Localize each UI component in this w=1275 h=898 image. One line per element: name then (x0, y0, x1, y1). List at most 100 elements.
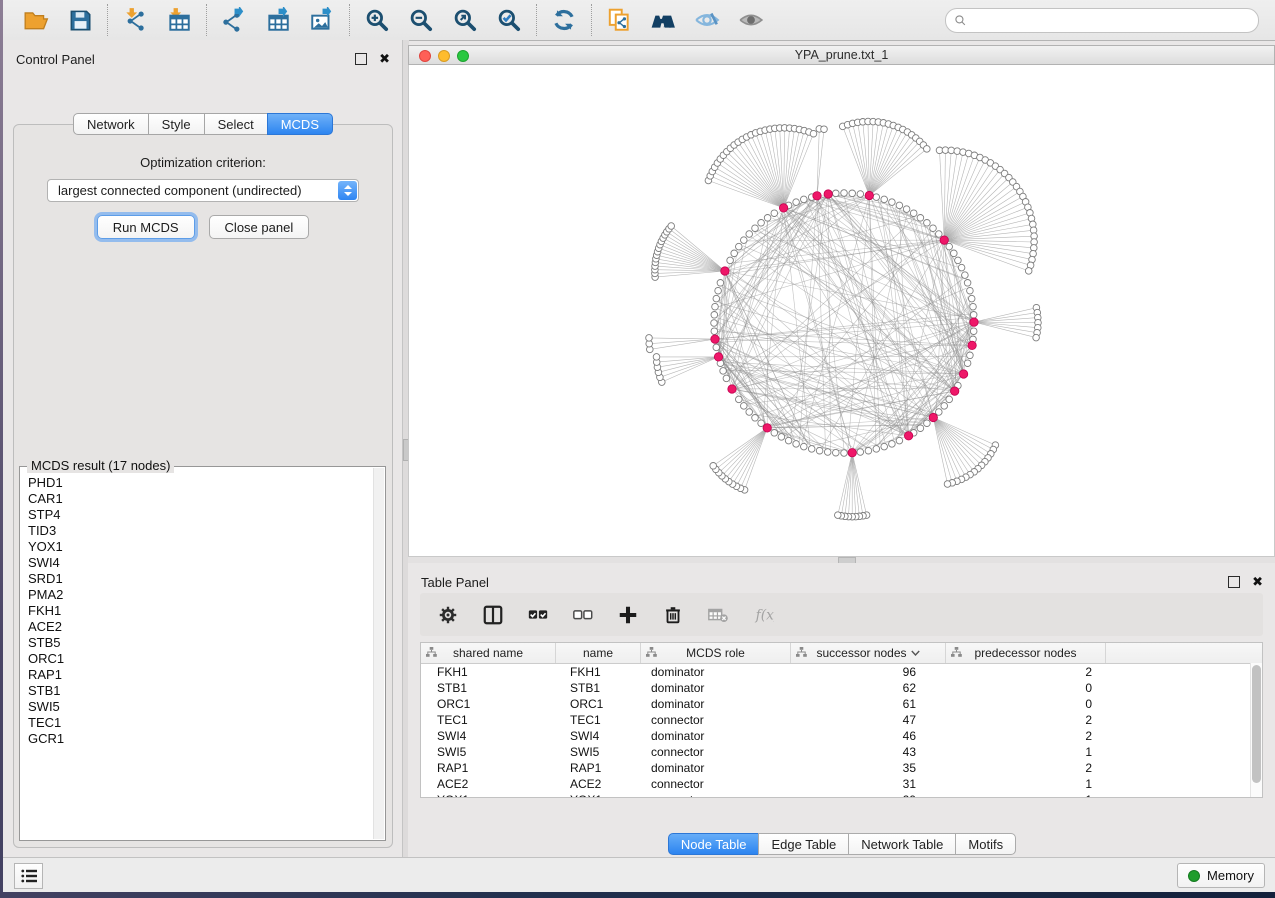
table-cell[interactable]: 46 (791, 729, 946, 743)
table-cell[interactable]: SWI4 (556, 729, 641, 743)
graph-node[interactable] (816, 447, 823, 454)
close-table-panel-icon[interactable]: ✖ (1252, 577, 1263, 587)
table-scrollbar-thumb[interactable] (1252, 665, 1261, 783)
table-cell[interactable]: 1 (946, 777, 1106, 791)
graph-node[interactable] (917, 425, 924, 432)
mcds-result-item[interactable]: STB1 (28, 683, 373, 699)
graph-node[interactable] (865, 447, 872, 454)
graph-node[interactable] (917, 215, 924, 222)
table-cell[interactable]: SWI5 (556, 745, 641, 759)
graph-node[interactable] (946, 243, 953, 250)
graph-node[interactable] (746, 409, 753, 416)
table-cell[interactable]: dominator (641, 729, 791, 743)
table-cell[interactable]: YOX1 (556, 793, 641, 798)
mcds-result-item[interactable]: SWI5 (28, 699, 373, 715)
mcds-node[interactable] (968, 341, 976, 349)
graph-node[interactable] (713, 344, 720, 351)
graph-node[interactable] (808, 446, 815, 453)
table-cell[interactable]: ACE2 (421, 777, 556, 791)
graph-node[interactable] (736, 243, 743, 250)
table-cell[interactable]: 96 (791, 665, 946, 679)
graph-node[interactable] (951, 250, 958, 257)
table-cell[interactable]: RAP1 (421, 761, 556, 775)
graph-node[interactable] (717, 280, 724, 287)
graph-node[interactable] (1033, 334, 1040, 341)
mcds-result-item[interactable]: CAR1 (28, 491, 373, 507)
graph-node[interactable] (1025, 268, 1032, 275)
table-cell[interactable]: 2 (946, 729, 1106, 743)
graph-node[interactable] (889, 199, 896, 206)
network-graph[interactable] (409, 65, 1275, 555)
import-network-button[interactable] (121, 6, 149, 34)
table-row[interactable]: YOX1YOX1connector291 (421, 792, 1262, 798)
graph-node[interactable] (758, 220, 765, 227)
graph-node[interactable] (849, 190, 856, 197)
export-image-button[interactable] (308, 6, 336, 34)
table-cell[interactable]: YOX1 (421, 793, 556, 798)
graph-node[interactable] (711, 320, 718, 327)
graph-node[interactable] (801, 443, 808, 450)
table-cell[interactable]: TEC1 (421, 713, 556, 727)
split-panel-button[interactable] (481, 603, 505, 627)
graph-node[interactable] (873, 446, 880, 453)
graph-node[interactable] (833, 190, 840, 197)
graph-node[interactable] (723, 375, 730, 382)
mcds-result-item[interactable]: SRD1 (28, 571, 373, 587)
network-window-titlebar[interactable]: YPA_prune.txt_1 (408, 45, 1275, 65)
memory-button[interactable]: Memory (1177, 863, 1265, 888)
graph-node[interactable] (964, 360, 971, 367)
graph-node[interactable] (958, 264, 965, 271)
graph-node[interactable] (653, 354, 660, 361)
result-scrollbar[interactable] (373, 468, 384, 839)
float-panel-icon[interactable] (355, 53, 367, 65)
mcds-result-item[interactable]: PHD1 (28, 475, 373, 491)
graph-node[interactable] (833, 449, 840, 456)
mcds-node[interactable] (970, 318, 978, 326)
mcds-result-item[interactable]: ORC1 (28, 651, 373, 667)
mcds-node[interactable] (904, 432, 912, 440)
table-cell[interactable]: 47 (791, 713, 946, 727)
table-cell[interactable]: STB1 (556, 681, 641, 695)
graph-node[interactable] (873, 194, 880, 201)
mcds-node[interactable] (940, 236, 948, 244)
export-network-button[interactable] (220, 6, 248, 34)
column-header-predecessor-nodes[interactable]: predecessor nodes (946, 643, 1106, 663)
mcds-node[interactable] (824, 190, 832, 198)
graph-node[interactable] (962, 272, 969, 279)
graph-node[interactable] (713, 295, 720, 302)
zoom-in-button[interactable] (363, 6, 391, 34)
graph-node[interactable] (896, 202, 903, 209)
graph-node[interactable] (930, 225, 937, 232)
mcds-result-item[interactable]: ACE2 (28, 619, 373, 635)
table-row[interactable]: SWI4SWI4dominator462 (421, 728, 1262, 744)
hide-columns-button[interactable] (571, 603, 595, 627)
graph-node[interactable] (881, 196, 888, 203)
mcds-node[interactable] (721, 267, 729, 275)
table-cell[interactable]: RAP1 (556, 761, 641, 775)
mcds-node[interactable] (848, 449, 856, 457)
show-graphics-details-button[interactable] (737, 6, 765, 34)
table-cell[interactable]: 2 (946, 761, 1106, 775)
mcds-node[interactable] (763, 424, 771, 432)
graph-node[interactable] (841, 190, 848, 197)
mcds-result-item[interactable]: TEC1 (28, 715, 373, 731)
mcds-node[interactable] (951, 387, 959, 395)
graph-node[interactable] (793, 199, 800, 206)
zoom-fit-button[interactable] (451, 6, 479, 34)
column-header-successor-nodes[interactable]: successor nodes (791, 643, 946, 663)
export-table-button[interactable] (264, 6, 292, 34)
graph-node[interactable] (711, 328, 718, 335)
graph-node[interactable] (793, 441, 800, 448)
table-row[interactable]: RAP1RAP1dominator352 (421, 760, 1262, 776)
table-cell[interactable]: ORC1 (556, 697, 641, 711)
graph-node[interactable] (944, 481, 951, 488)
copy-network-button[interactable] (605, 6, 633, 34)
column-header-shared-name[interactable]: shared name (421, 643, 556, 663)
graph-node[interactable] (970, 312, 977, 319)
graph-node[interactable] (711, 312, 718, 319)
tab-style[interactable]: Style (148, 113, 205, 135)
graph-node[interactable] (835, 512, 842, 519)
table-cell[interactable]: 61 (791, 697, 946, 711)
tab-mcds[interactable]: MCDS (267, 113, 333, 135)
graph-node[interactable] (752, 225, 759, 232)
